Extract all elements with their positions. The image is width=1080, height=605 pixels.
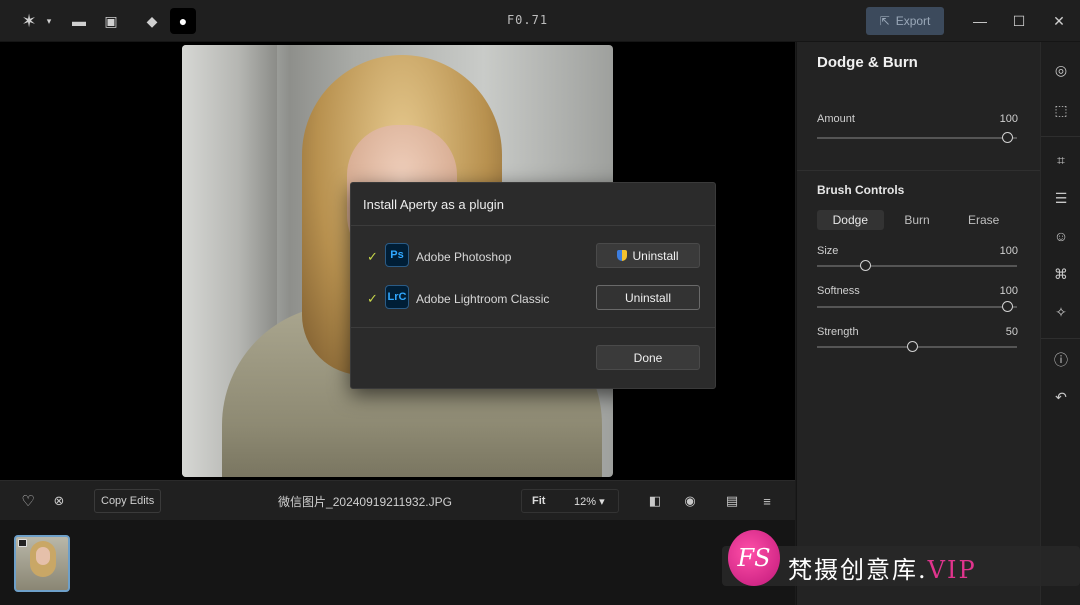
strength-value[interactable]: 50 <box>1006 326 1018 338</box>
dialog-title: Install Aperty as a plugin <box>363 197 504 212</box>
export-label: Export <box>895 14 931 28</box>
face-retouch-icon[interactable]: ☺ <box>1051 226 1071 246</box>
size-label: Size <box>817 245 839 257</box>
crop-icon[interactable]: ⌗ <box>1051 150 1071 170</box>
edited-badge-icon <box>18 539 27 547</box>
mode-erase[interactable]: Erase <box>950 210 1017 230</box>
top-bar: ✶ ▾ ▬ ▣ ◆ ● F0.71 ⇱ Export — ☐ ✕ <box>0 0 1080 42</box>
adjustments-panel: Dodge & Burn Amount 100 Brush Controls D… <box>796 42 1041 605</box>
masks-icon[interactable]: ◎ <box>1051 60 1071 80</box>
minimize-icon[interactable]: — <box>970 11 990 31</box>
mode-burn[interactable]: Burn <box>884 210 951 230</box>
size-value[interactable]: 100 <box>1000 245 1018 257</box>
fit-button[interactable]: Fit <box>532 495 545 507</box>
sparkle-icon[interactable]: ✧ <box>1051 302 1071 322</box>
plugin-name: Adobe Photoshop <box>416 250 512 264</box>
photo-thumbnail[interactable] <box>14 535 70 592</box>
compare-icon[interactable]: ◧ <box>646 492 664 510</box>
filmstrip <box>0 520 795 605</box>
brush-controls-title: Brush Controls <box>817 183 905 197</box>
export-button[interactable]: ⇱ Export <box>866 7 944 35</box>
tool-rail: ◎ ⬚ ⌗ ☰ ☺ ⌘ ✧ ⓘ ↶ <box>1040 42 1080 605</box>
mode-dodge[interactable]: Dodge <box>817 210 884 230</box>
file-name: 微信图片_20240919211932.JPG <box>278 495 452 509</box>
photoshop-icon: Ps <box>385 243 409 267</box>
filmstrip-toggle-icon[interactable]: ▤ <box>723 492 741 510</box>
bottom-toolbar: ♡ ⊗ Copy Edits 微信图片_20240919211932.JPG F… <box>0 480 795 520</box>
strength-slider-knob[interactable] <box>907 341 918 352</box>
check-icon: ✓ <box>367 249 378 264</box>
export-icon: ⇱ <box>879 14 890 28</box>
done-button[interactable]: Done <box>596 345 700 370</box>
size-slider-knob[interactable] <box>859 260 871 271</box>
select-icon[interactable]: ⬚ <box>1051 100 1071 120</box>
plugin-name: Adobe Lightroom Classic <box>416 292 550 306</box>
amount-slider-knob[interactable] <box>1002 132 1013 143</box>
copy-edits-button[interactable]: Copy Edits <box>94 489 162 513</box>
zoom-dropdown[interactable]: 12% ▾ <box>574 495 605 508</box>
amount-slider[interactable] <box>817 132 1017 143</box>
body-icon[interactable]: ⌘ <box>1051 264 1071 284</box>
uninstall-lightroom-button[interactable]: Uninstall <box>596 285 700 310</box>
softness-value[interactable]: 100 <box>1000 285 1018 297</box>
watermark-text: 梵摄创意库.VIP <box>788 556 977 584</box>
sort-icon[interactable]: ≡ <box>758 492 776 510</box>
strength-slider[interactable] <box>817 341 1017 352</box>
amount-value[interactable]: 100 <box>1000 113 1018 125</box>
strength-label: Strength <box>817 326 859 338</box>
admin-shield-icon <box>617 250 628 261</box>
heart-icon[interactable]: ♡ <box>19 492 37 510</box>
info-icon[interactable]: ⓘ <box>1051 350 1071 370</box>
softness-slider[interactable] <box>817 301 1017 312</box>
undo-history-icon[interactable]: ↶ <box>1051 387 1071 407</box>
check-icon: ✓ <box>367 291 378 306</box>
close-icon[interactable]: ✕ <box>1049 11 1069 31</box>
plugin-install-dialog: Install Aperty as a plugin ✓ Ps Adobe Ph… <box>350 182 716 389</box>
zoom-control[interactable]: Fit 12% ▾ <box>521 489 619 513</box>
reject-icon[interactable]: ⊗ <box>50 492 68 510</box>
maximize-icon[interactable]: ☐ <box>1009 11 1029 31</box>
sliders-icon[interactable]: ☰ <box>1051 188 1071 208</box>
uninstall-photoshop-button[interactable]: Uninstall <box>596 243 700 268</box>
softness-label: Softness <box>817 285 860 297</box>
lightroom-classic-icon: LrC <box>385 285 409 309</box>
brush-mode-selector[interactable]: Dodge Burn Erase <box>817 210 1017 230</box>
eye-icon[interactable]: ◉ <box>681 492 699 510</box>
size-slider[interactable] <box>817 260 1017 271</box>
panel-title: Dodge & Burn <box>817 54 918 71</box>
softness-slider-knob[interactable] <box>1002 301 1013 312</box>
amount-label: Amount <box>817 113 855 125</box>
watermark-logo: FS <box>728 530 780 586</box>
